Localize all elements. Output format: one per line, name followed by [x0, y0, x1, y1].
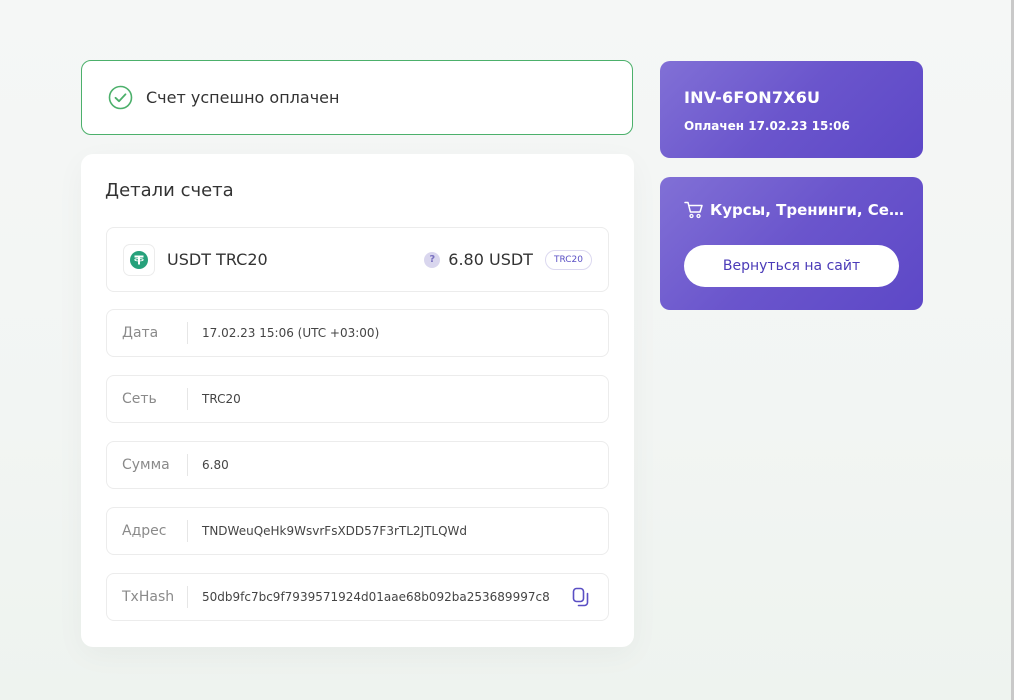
- network-badge: TRC20: [544, 249, 592, 270]
- invoice-paid-date: Оплачен 17.02.23 15:06: [684, 119, 850, 133]
- tether-icon: [123, 243, 155, 276]
- check-circle-icon: [108, 85, 133, 110]
- help-icon[interactable]: ?: [424, 251, 441, 268]
- address-value: TNDWeuQeHk9WsvrFsXDD57F3rTL2JTLQWd: [202, 524, 468, 538]
- return-to-site-button[interactable]: Вернуться на сайт: [684, 245, 899, 287]
- currency-amount: 6.80 USDT: [448, 250, 533, 269]
- payment-success-banner: Счет успешно оплачен: [81, 60, 633, 135]
- address-row: Адрес TNDWeuQeHk9WsvrFsXDD57F3rTL2JTLQWd: [106, 507, 609, 555]
- txhash-row: TxHash 50db9fc7bc9f7939571924d01aae68b09…: [106, 573, 609, 621]
- cart-icon: [684, 201, 704, 219]
- details-title: Детали счета: [105, 180, 234, 201]
- network-row: Сеть TRC20: [106, 375, 609, 423]
- shop-title-row: Курсы, Тренинги, Семинары: [684, 201, 904, 219]
- status-message: Счет успешно оплачен: [146, 88, 340, 107]
- network-value: TRC20: [202, 392, 241, 406]
- sum-row: Сумма 6.80: [106, 441, 609, 489]
- shop-title: Курсы, Тренинги, Семинары: [710, 201, 904, 219]
- sum-label: Сумма: [107, 454, 188, 476]
- shop-card: Курсы, Тренинги, Семинары Вернуться на с…: [660, 177, 923, 310]
- currency-amount-group: ? 6.80 USDT TRC20: [424, 249, 592, 270]
- date-label: Дата: [107, 322, 188, 344]
- currency-name: USDT TRC20: [167, 250, 268, 269]
- invoice-details-card: Детали счета USDT TRC20 ? 6.80 USDT TRC2…: [81, 154, 634, 647]
- copy-icon[interactable]: [572, 587, 590, 607]
- txhash-label: TxHash: [107, 586, 188, 608]
- invoice-id: INV-6FON7X6U: [684, 88, 821, 107]
- network-label: Сеть: [107, 388, 188, 410]
- address-label: Адрес: [107, 520, 188, 542]
- txhash-value: 50db9fc7bc9f7939571924d01aae68b092ba2536…: [202, 590, 550, 604]
- date-row: Дата 17.02.23 15:06 (UTC +03:00): [106, 309, 609, 357]
- currency-row: USDT TRC20 ? 6.80 USDT TRC20: [106, 227, 609, 292]
- sum-value: 6.80: [202, 458, 229, 472]
- invoice-card: INV-6FON7X6U Оплачен 17.02.23 15:06: [660, 61, 923, 158]
- date-value: 17.02.23 15:06 (UTC +03:00): [202, 326, 380, 340]
